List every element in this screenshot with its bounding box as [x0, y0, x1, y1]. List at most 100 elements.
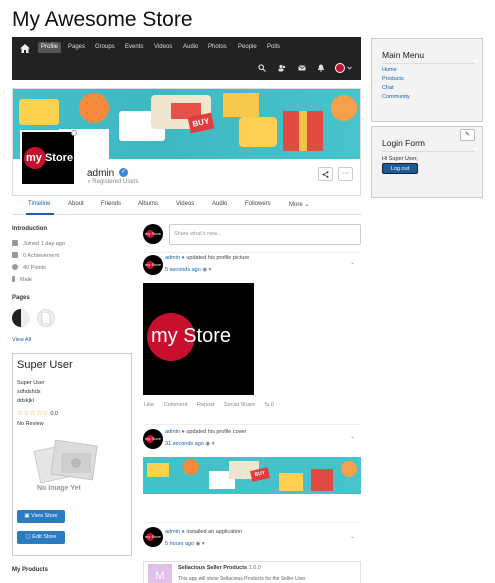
- repost-count: ⇆ 0: [264, 402, 274, 408]
- nav-item-polls[interactable]: Polls: [264, 42, 283, 53]
- nav-item-pages[interactable]: Pages: [65, 42, 88, 53]
- installed-app-card[interactable]: M Sellacious Seller Products 1.0.0 This …: [143, 561, 361, 583]
- profile-role: ◖ Registered Users: [87, 179, 139, 185]
- document-icon: [41, 312, 51, 324]
- status-input[interactable]: Share what's new...: [169, 224, 361, 245]
- edit-module-button[interactable]: ✎: [460, 129, 475, 141]
- author-link[interactable]: admin: [165, 255, 180, 261]
- bell-icon[interactable]: [317, 64, 325, 72]
- author-avatar[interactable]: my Store: [143, 429, 163, 449]
- tab-videos[interactable]: Videos: [176, 201, 194, 207]
- nav-item-groups[interactable]: Groups: [92, 42, 118, 53]
- more-options-button[interactable]: ···: [338, 167, 353, 181]
- page-avatar[interactable]: [12, 309, 30, 327]
- feed-post: my Store admin ● updated his profile cov…: [143, 424, 361, 512]
- online-status-icon: [71, 130, 77, 136]
- like-button[interactable]: Like: [144, 402, 154, 408]
- profile-name[interactable]: admin: [87, 168, 114, 179]
- repost-button[interactable]: Repost: [197, 402, 214, 408]
- author-link[interactable]: admin: [165, 429, 180, 435]
- post-time[interactable]: 5 seconds ago ◉ ▾: [165, 267, 211, 273]
- pages-heading: Pages: [12, 295, 30, 301]
- post-options-chevron-icon[interactable]: ⌄: [350, 433, 355, 440]
- tab-followers[interactable]: Followers: [245, 201, 271, 207]
- feed-post: my Store admin ● updated his profile pic…: [143, 252, 361, 412]
- tab-more[interactable]: More ⌄: [289, 201, 309, 208]
- mail-icon[interactable]: [298, 64, 306, 72]
- ellipsis-icon: ···: [342, 170, 349, 177]
- post-options-chevron-icon[interactable]: ⌄: [350, 259, 355, 266]
- post-cover-image[interactable]: BUY: [143, 457, 361, 494]
- main-menu-module: Main Menu Home Products Chat Community: [371, 38, 483, 122]
- nav-item-audio[interactable]: Audio: [180, 42, 201, 53]
- profile-tabs: Timeline About Friends Albums Videos Aud…: [12, 197, 361, 215]
- menu-link-products[interactable]: Products: [382, 76, 404, 82]
- points-icon: [12, 264, 18, 270]
- nav-item-people[interactable]: People: [235, 42, 260, 53]
- verified-icon: ●: [181, 255, 185, 261]
- globe-icon[interactable]: ◉ ▾: [202, 267, 211, 273]
- tab-about[interactable]: About: [68, 201, 84, 207]
- my-products-heading: My Products: [12, 567, 49, 573]
- nav-item-photos[interactable]: Photos: [205, 42, 230, 53]
- post-options-chevron-icon[interactable]: ⌄: [350, 533, 355, 540]
- globe-icon[interactable]: ◉ ▾: [196, 541, 205, 547]
- store-line: sdhdshds: [17, 389, 41, 395]
- divider: [382, 151, 474, 152]
- store-card: Super User Super User sdhdshds ddskjkl ☆…: [12, 353, 132, 556]
- comment-button[interactable]: Comment: [164, 402, 188, 408]
- menu-link-home[interactable]: Home: [382, 67, 397, 73]
- verified-icon: ●: [181, 529, 185, 535]
- menu-link-community[interactable]: Community: [382, 94, 410, 100]
- male-icon: [12, 276, 15, 282]
- share-icon: [322, 171, 329, 178]
- users-icon[interactable]: [278, 64, 286, 72]
- nav-item-profile[interactable]: Profile: [38, 42, 62, 53]
- post-image-text: my Store: [151, 325, 232, 347]
- app-thumbnail: M: [148, 564, 172, 583]
- profile-picture[interactable]: my Store: [20, 130, 76, 186]
- login-greeting: Hi Super User,: [382, 156, 418, 162]
- post-time[interactable]: 5 hours ago ◉ ▾: [165, 541, 205, 547]
- user-avatar[interactable]: [335, 63, 345, 73]
- menu-link-chat[interactable]: Chat: [382, 85, 394, 91]
- share-profile-button[interactable]: [318, 167, 333, 181]
- author-link[interactable]: admin: [165, 529, 180, 535]
- page-avatar[interactable]: [37, 309, 55, 327]
- post-time[interactable]: 31 seconds ago ◉ ▾: [165, 441, 214, 447]
- nav-item-videos[interactable]: Videos: [151, 42, 175, 53]
- login-form-title: Login Form: [382, 138, 425, 148]
- intro-points: 40 Points: [12, 264, 46, 271]
- review-text: No Review: [17, 421, 44, 427]
- tab-albums[interactable]: Albums: [138, 201, 158, 207]
- shield-icon: ◖: [87, 179, 91, 185]
- author-avatar[interactable]: my Store: [143, 527, 163, 547]
- view-all-pages-link[interactable]: View All: [12, 337, 31, 343]
- view-store-button[interactable]: ▣ View Store: [17, 510, 65, 523]
- post-header: admin ● updated his profile cover: [165, 429, 247, 435]
- user-icon: [12, 240, 18, 246]
- tab-friends[interactable]: Friends: [101, 201, 121, 207]
- post-header: admin ● installed an application: [165, 529, 243, 535]
- author-avatar[interactable]: my Store: [143, 255, 163, 275]
- rating-value: 0.0: [50, 411, 58, 417]
- user-avatar: my Store: [143, 224, 163, 244]
- tab-timeline[interactable]: Timeline: [28, 201, 50, 207]
- edit-store-button[interactable]: ▢ Edit Store: [17, 531, 65, 544]
- globe-icon[interactable]: ◉ ▾: [205, 441, 214, 447]
- tab-audio[interactable]: Audio: [212, 201, 227, 207]
- home-icon[interactable]: [20, 44, 30, 53]
- search-icon[interactable]: [258, 64, 266, 72]
- logout-button[interactable]: Log out: [382, 163, 418, 174]
- verified-icon: ✓: [119, 168, 128, 177]
- site-title[interactable]: My Awesome Store: [12, 8, 193, 32]
- post-image[interactable]: my Store: [143, 283, 254, 395]
- no-image-text: No Image Yet: [37, 485, 81, 492]
- nav-item-events[interactable]: Events: [122, 42, 146, 53]
- verified-icon: ●: [181, 429, 185, 435]
- chevron-down-icon[interactable]: [347, 66, 352, 70]
- social-share-button[interactable]: Social Share: [224, 402, 255, 408]
- post-actions: Like Comment Repost Social Share ⇆ 0: [144, 402, 290, 408]
- app-title: Sellacious Seller Products 1.0.0: [178, 565, 261, 571]
- rating-stars: ☆☆☆☆☆ 0.0: [17, 410, 58, 417]
